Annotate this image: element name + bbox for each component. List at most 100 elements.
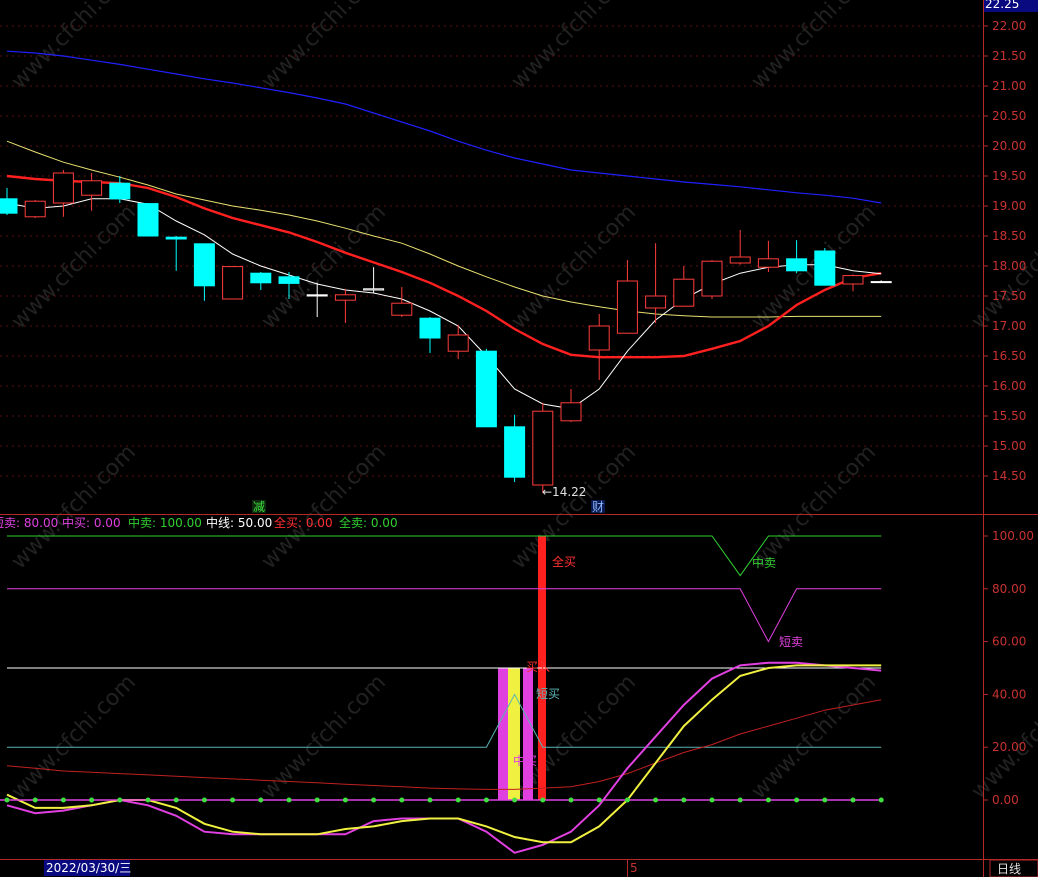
candle: [334, 288, 356, 323]
candle: [52, 170, 74, 217]
price-tick-label: 19.50: [992, 169, 1026, 183]
legend-item: 中卖: 100.00: [128, 515, 202, 530]
zero-dot: [624, 797, 630, 803]
price-tick-label: 16.50: [992, 349, 1026, 363]
candle-body: [786, 258, 808, 272]
zero-dot: [512, 797, 518, 803]
price-tick-label: 22.00: [992, 19, 1026, 33]
candle-body: [81, 180, 103, 196]
candle-body: [24, 200, 46, 218]
zero-dot: [314, 797, 320, 803]
legend-item: 全买: 0.00: [274, 515, 333, 530]
legend-item: 短卖: 80.00: [0, 516, 58, 530]
price-tick-label: 17.00: [992, 319, 1026, 333]
candle: [729, 230, 751, 265]
candle: [532, 402, 554, 493]
candle-body: [363, 288, 385, 291]
zero-dot: [32, 797, 38, 803]
candle-body: [870, 281, 892, 284]
candle: [475, 348, 497, 428]
min-low-label: ←14.22: [542, 485, 586, 499]
candle-body: [560, 402, 582, 422]
candle: [870, 280, 892, 284]
candle-body: [334, 294, 356, 301]
indicator-tick-label: 80.00: [992, 582, 1026, 596]
candle-body: [532, 410, 554, 486]
cai-marker: 财: [592, 500, 604, 514]
candle-body: [165, 236, 187, 240]
cyan-line: [7, 693, 882, 748]
zero-dot: [399, 797, 405, 803]
signal-bar: [523, 668, 533, 800]
candle: [193, 243, 215, 301]
candle: [757, 240, 779, 272]
watermark-text: www.cfchi.com: [257, 0, 391, 94]
zero-dot: [342, 797, 348, 803]
price-tick-label: 15.00: [992, 439, 1026, 453]
zero-dot: [89, 797, 95, 803]
zero-dot: [286, 797, 292, 803]
zero-dot: [455, 797, 461, 803]
zero-dot: [540, 797, 546, 803]
zero-dot: [737, 797, 743, 803]
zero-dot: [709, 797, 715, 803]
candle: [560, 389, 582, 422]
duan-mai-line: [7, 588, 882, 643]
zero-dot: [258, 797, 264, 803]
indicator-tick-label: 40.00: [992, 687, 1026, 701]
zero-dot: [4, 797, 10, 803]
candle-body: [673, 278, 695, 307]
candle: [81, 173, 103, 211]
magenta-line: [6, 661, 882, 854]
candle-body: [278, 276, 300, 284]
candle: [588, 314, 610, 380]
candle: [842, 274, 864, 292]
signal-zhong-mai-low: 中买: [513, 753, 537, 768]
candle: [504, 414, 526, 482]
signal-bar: [508, 668, 520, 800]
stock-chart: www.cfchi.com www.cfchi.com www.cfchi.com w…: [0, 0, 1038, 877]
candle-body: [250, 272, 272, 284]
candle: [0, 188, 18, 215]
zero-dot: [681, 797, 687, 803]
zero-dot: [60, 797, 66, 803]
price-tick-label: 18.00: [992, 259, 1026, 273]
zero-dot: [173, 797, 179, 803]
zero-dot: [483, 797, 489, 803]
legend-item: 中买: 0.00: [62, 515, 121, 530]
legend-item: 中线: 50.00: [206, 515, 272, 530]
candle: [616, 260, 638, 334]
top-price-badge: 22.25: [985, 0, 1019, 11]
zero-dot: [878, 797, 884, 803]
price-tick-label: 18.50: [992, 229, 1026, 243]
watermark-layer: www.cfchi.com www.cfchi.com www.cfchi.com w…: [7, 0, 1038, 804]
watermark-text: www.cfchi.com: [7, 0, 141, 94]
zero-dot: [427, 797, 433, 803]
watermark-text: www.cfchi.com: [747, 440, 881, 574]
price-tick-label: 17.50: [992, 289, 1026, 303]
candle-body: [475, 350, 497, 428]
price-tick-label: 15.50: [992, 409, 1026, 423]
candle-body: [109, 182, 131, 200]
legend-item: 全卖: 0.00: [339, 515, 398, 530]
candle-body: [391, 302, 413, 316]
candle-body: [222, 266, 244, 300]
indicator-tick-label: 60.00: [992, 635, 1026, 649]
zero-dot: [201, 797, 207, 803]
watermark-text: www.cfchi.com: [257, 440, 391, 574]
period-label[interactable]: 日线: [997, 862, 1021, 876]
candle: [701, 260, 723, 299]
watermark-text: www.cfchi.com: [747, 0, 881, 94]
yellow-line: [6, 664, 882, 844]
price-tick-label: 14.50: [992, 469, 1026, 483]
candle: [24, 200, 46, 218]
candle-body: [842, 275, 864, 285]
price-tick-label: 20.00: [992, 139, 1026, 153]
zero-dot: [371, 797, 377, 803]
candle-body: [419, 317, 441, 339]
price-tick-label: 19.00: [992, 199, 1026, 213]
watermark-text: www.cfchi.com: [257, 200, 391, 334]
zero-dot: [117, 797, 123, 803]
candle-body: [447, 334, 469, 352]
zero-dot: [850, 797, 856, 803]
